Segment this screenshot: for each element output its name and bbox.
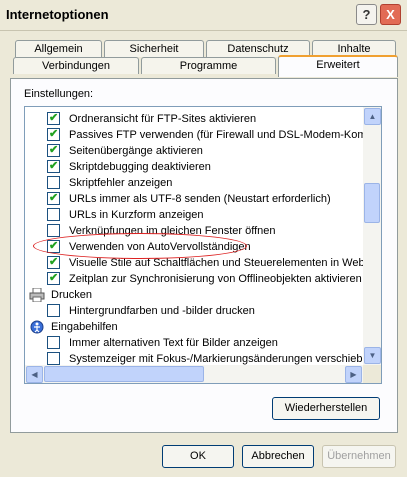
scroll-right-icon[interactable]: ▶ (345, 366, 362, 383)
list-item-label: Hintergrundfarben und -bilder drucken (69, 305, 255, 317)
checkbox[interactable] (47, 142, 60, 158)
group-label: Drucken (51, 289, 92, 301)
list-item-label: URLs in Kurzform anzeigen (69, 209, 204, 221)
list-item-label: Zeitplan zur Synchronisierung von Offlin… (69, 273, 362, 285)
settings-label: Einstellungen: (24, 88, 94, 100)
ok-button[interactable]: OK (162, 445, 234, 468)
list-item[interactable]: Immer alternativen Text für Bilder anzei… (47, 335, 278, 351)
scroll-up-icon[interactable]: ▲ (364, 108, 381, 125)
list-item[interactable]: Skriptfehler anzeigen (47, 175, 172, 191)
checkbox[interactable] (47, 270, 60, 286)
group-eingabehilfen: Eingabehilfen (29, 319, 118, 335)
list-item[interactable]: Skriptdebugging deaktivieren (47, 158, 211, 175)
checkbox[interactable] (47, 190, 60, 206)
tab-erweitert[interactable]: Erweitert (278, 55, 398, 77)
scroll-left-icon[interactable]: ◀ (26, 366, 43, 383)
scroll-down-icon[interactable]: ▼ (364, 347, 381, 364)
checkbox[interactable] (47, 352, 60, 365)
group-drucken: Drucken (29, 287, 92, 303)
apply-button[interactable]: Übernehmen (322, 445, 396, 468)
list-item-label: Visuelle Stile auf Schaltflächen und Ste… (69, 257, 371, 269)
tab-verbindungen[interactable]: Verbindungen (13, 57, 139, 74)
group-label: Eingabehilfen (51, 321, 118, 333)
list-item[interactable]: Seitenübergänge aktivieren (47, 142, 203, 159)
list-item[interactable]: URLs in Kurzform anzeigen (47, 207, 204, 223)
list-item-label: Systemzeiger mit Fokus-/Markierungsänder… (69, 353, 375, 365)
checkbox[interactable] (47, 110, 60, 126)
vertical-scrollbar[interactable]: ▲ ▼ (363, 107, 381, 365)
list-item-label: Passives FTP verwenden (für Firewall und… (69, 129, 379, 141)
horizontal-scroll-thumb[interactable] (44, 366, 204, 382)
list-item-label: Ordneransicht für FTP-Sites aktivieren (69, 113, 257, 125)
accessibility-icon (30, 320, 44, 334)
list-item-label: Seitenübergänge aktivieren (69, 145, 203, 157)
checkbox[interactable] (47, 126, 60, 142)
tab-allgemein[interactable]: Allgemein (15, 40, 102, 57)
checkbox[interactable] (47, 208, 60, 221)
list-item[interactable]: Zeitplan zur Synchronisierung von Offlin… (47, 270, 362, 287)
window-title: Internetoptionen (6, 7, 109, 22)
tab-sicherheit[interactable]: Sicherheit (104, 40, 204, 57)
list-item-label: Immer alternativen Text für Bilder anzei… (69, 337, 278, 349)
title-bar: Internetoptionen ? X (0, 0, 407, 31)
checkbox[interactable] (47, 176, 60, 189)
checkbox[interactable] (47, 254, 60, 270)
printer-icon (29, 288, 45, 302)
red-highlight-ellipse (33, 233, 247, 259)
cancel-button[interactable]: Abbrechen (242, 445, 314, 468)
checkbox[interactable] (47, 336, 60, 349)
close-button[interactable]: X (380, 4, 401, 25)
list-item[interactable]: Ordneransicht für FTP-Sites aktivieren (47, 110, 257, 127)
vertical-scroll-thumb[interactable] (364, 183, 380, 223)
list-item-label: URLs immer als UTF-8 senden (Neustart er… (69, 193, 331, 205)
list-item[interactable]: Hintergrundfarben und -bilder drucken (47, 303, 255, 319)
horizontal-scrollbar[interactable]: ◀ ▶ (25, 365, 363, 383)
scroll-corner (363, 365, 381, 383)
list-item-label: Skriptfehler anzeigen (69, 177, 173, 189)
restore-defaults-button[interactable]: Wiederherstellen (272, 397, 380, 420)
checkbox[interactable] (47, 158, 60, 174)
list-item[interactable]: URLs immer als UTF-8 senden (Neustart er… (47, 190, 331, 207)
checkbox[interactable] (47, 224, 60, 237)
tab-programme[interactable]: Programme (141, 57, 276, 74)
help-button[interactable]: ? (356, 4, 377, 25)
list-item-label: Skriptdebugging deaktivieren (69, 161, 211, 173)
checkbox[interactable] (47, 304, 60, 317)
list-item[interactable]: Passives FTP verwenden (für Firewall und… (47, 126, 379, 143)
